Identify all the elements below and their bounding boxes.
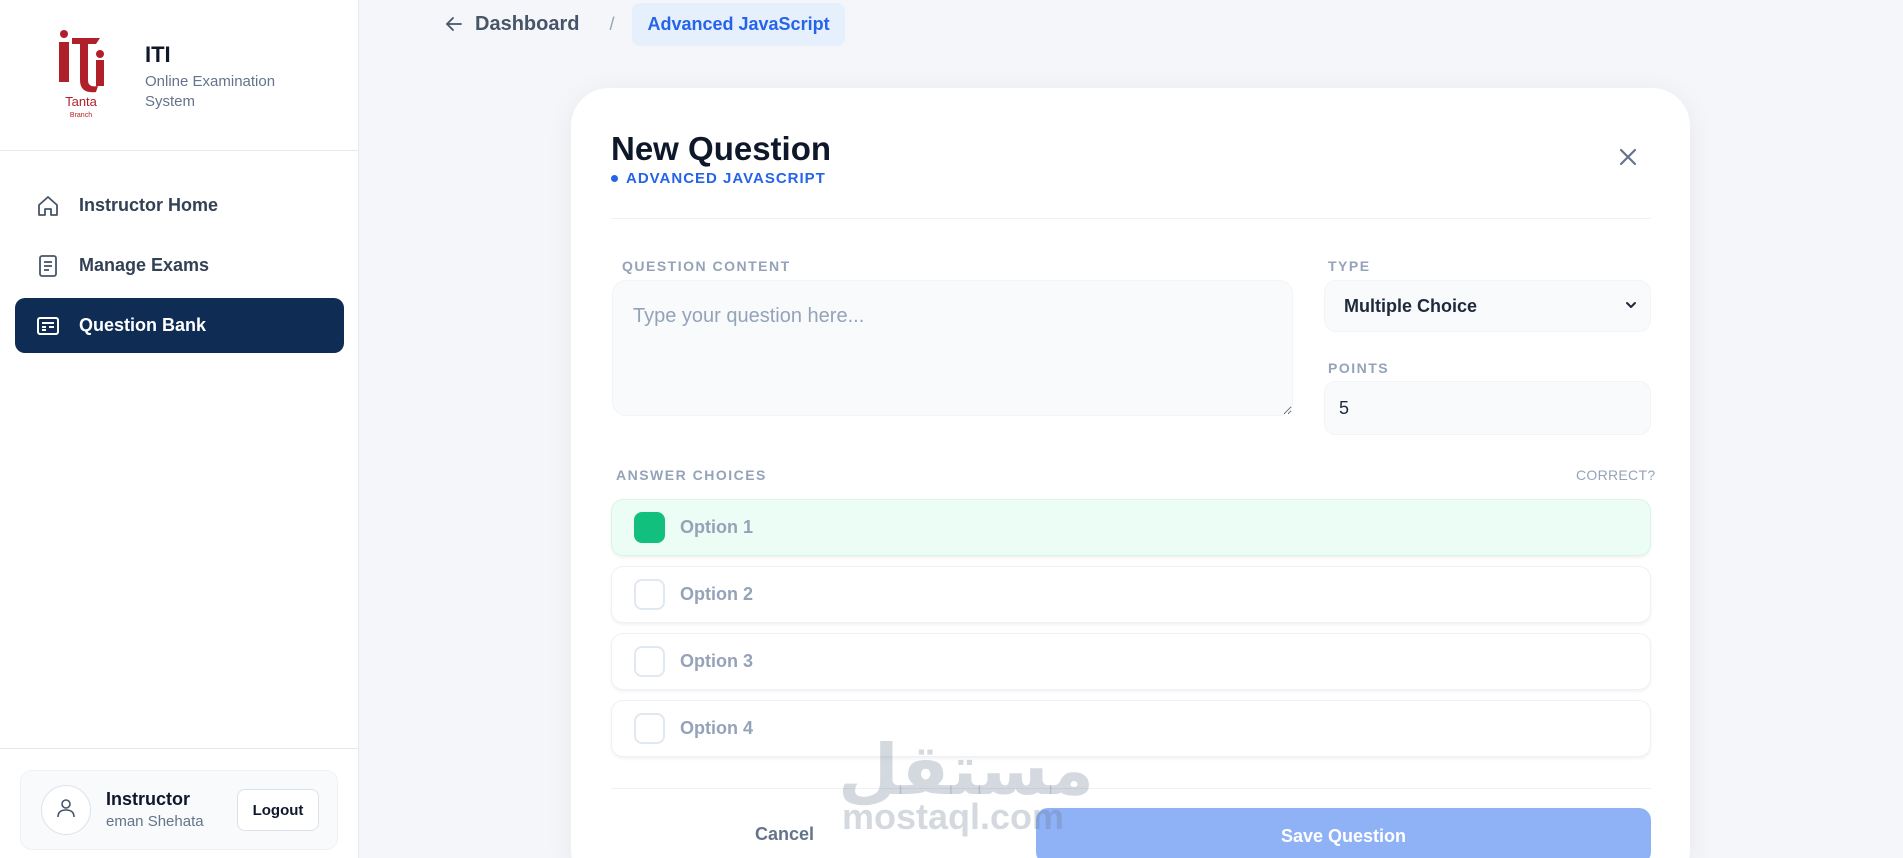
answer-option-input[interactable]: Option 3 — [680, 651, 753, 672]
type-select[interactable]: Multiple Choice — [1324, 280, 1651, 332]
modal-subtitle-text: ADVANCED JAVASCRIPT — [626, 170, 826, 187]
modal-title: New Question — [611, 130, 832, 167]
question-content-label: QUESTION CONTENT — [622, 258, 791, 274]
sidebar-item-instructor-home[interactable]: Instructor Home — [15, 178, 344, 233]
user-icon — [55, 797, 77, 824]
breadcrumb-back-label: Dashboard — [475, 12, 580, 35]
chevron-down-icon — [1624, 298, 1638, 312]
user-role: Instructor — [106, 789, 191, 809]
arrow-left-icon — [445, 15, 463, 33]
breadcrumb: Dashboard / Advanced JavaScript — [445, 0, 845, 48]
points-label: POINTS — [1328, 360, 1390, 376]
avatar — [41, 785, 91, 835]
brand-title: ITI — [145, 42, 171, 67]
sidebar-item-manage-exams[interactable]: Manage Exams — [15, 238, 344, 293]
home-icon — [35, 193, 61, 219]
type-label: TYPE — [1328, 258, 1371, 274]
answer-option[interactable]: Option 2 — [611, 566, 1651, 623]
brand-subtitle: Online Examination System — [145, 73, 276, 110]
modal-subtitle: ADVANCED JAVASCRIPT — [611, 170, 826, 187]
breadcrumb-current: Advanced JavaScript — [632, 2, 845, 46]
close-icon — [1619, 148, 1637, 171]
sidebar-footer-divider — [0, 748, 359, 749]
sidebar-nav: Instructor Home Manage Exams Question Ba… — [15, 178, 344, 358]
sidebar-item-label: Manage Exams — [79, 255, 210, 275]
answer-option-input[interactable]: Option 1 — [680, 517, 753, 538]
answer-option-input[interactable]: Option 2 — [680, 584, 753, 605]
sidebar: Tanta Branch ITI Online Examination Syst… — [0, 0, 359, 858]
logo-text: Tanta — [65, 94, 98, 109]
correct-column-label: CORRECT? — [1576, 467, 1656, 483]
points-input[interactable] — [1324, 381, 1651, 435]
close-button[interactable] — [1613, 144, 1643, 174]
breadcrumb-separator: / — [609, 13, 615, 34]
sidebar-item-label: Instructor Home — [79, 195, 219, 215]
correct-checkbox[interactable] — [634, 579, 665, 610]
correct-checkbox[interactable] — [634, 646, 665, 677]
save-question-button[interactable]: Save Question — [1036, 808, 1651, 858]
correct-checkbox[interactable] — [634, 512, 665, 543]
iti-logo: Tanta Branch — [56, 28, 106, 120]
new-question-modal: New Question ADVANCED JAVASCRIPT QUESTIO… — [571, 88, 1690, 858]
sidebar-item-label: Question Bank — [79, 315, 207, 335]
breadcrumb-back-link[interactable]: Dashboard — [445, 13, 579, 36]
logo-subtext: Branch — [70, 112, 92, 119]
answer-choices-label: ANSWER CHOICES — [616, 467, 767, 483]
cancel-button[interactable]: Cancel — [755, 824, 814, 845]
logout-button[interactable]: Logout — [237, 789, 319, 831]
user-card: Instructor eman Shehata Logout — [20, 770, 338, 850]
type-select-value: Multiple Choice — [1344, 295, 1478, 316]
bullet-dot-icon — [611, 175, 618, 182]
question-bank-icon — [35, 313, 61, 339]
answer-option-input[interactable]: Option 4 — [680, 718, 753, 739]
question-content-input[interactable] — [612, 280, 1293, 416]
document-icon — [35, 253, 61, 279]
answer-option[interactable]: Option 3 — [611, 633, 1651, 690]
footer-divider — [611, 788, 1651, 789]
answer-option[interactable]: Option 1 — [611, 499, 1651, 556]
brand-header: Tanta Branch ITI Online Examination Syst… — [0, 0, 358, 151]
answer-option[interactable]: Option 4 — [611, 700, 1651, 757]
sidebar-item-question-bank[interactable]: Question Bank — [15, 298, 344, 353]
user-name: eman Shehata — [106, 813, 204, 830]
modal-divider — [611, 218, 1651, 219]
correct-checkbox[interactable] — [634, 713, 665, 744]
